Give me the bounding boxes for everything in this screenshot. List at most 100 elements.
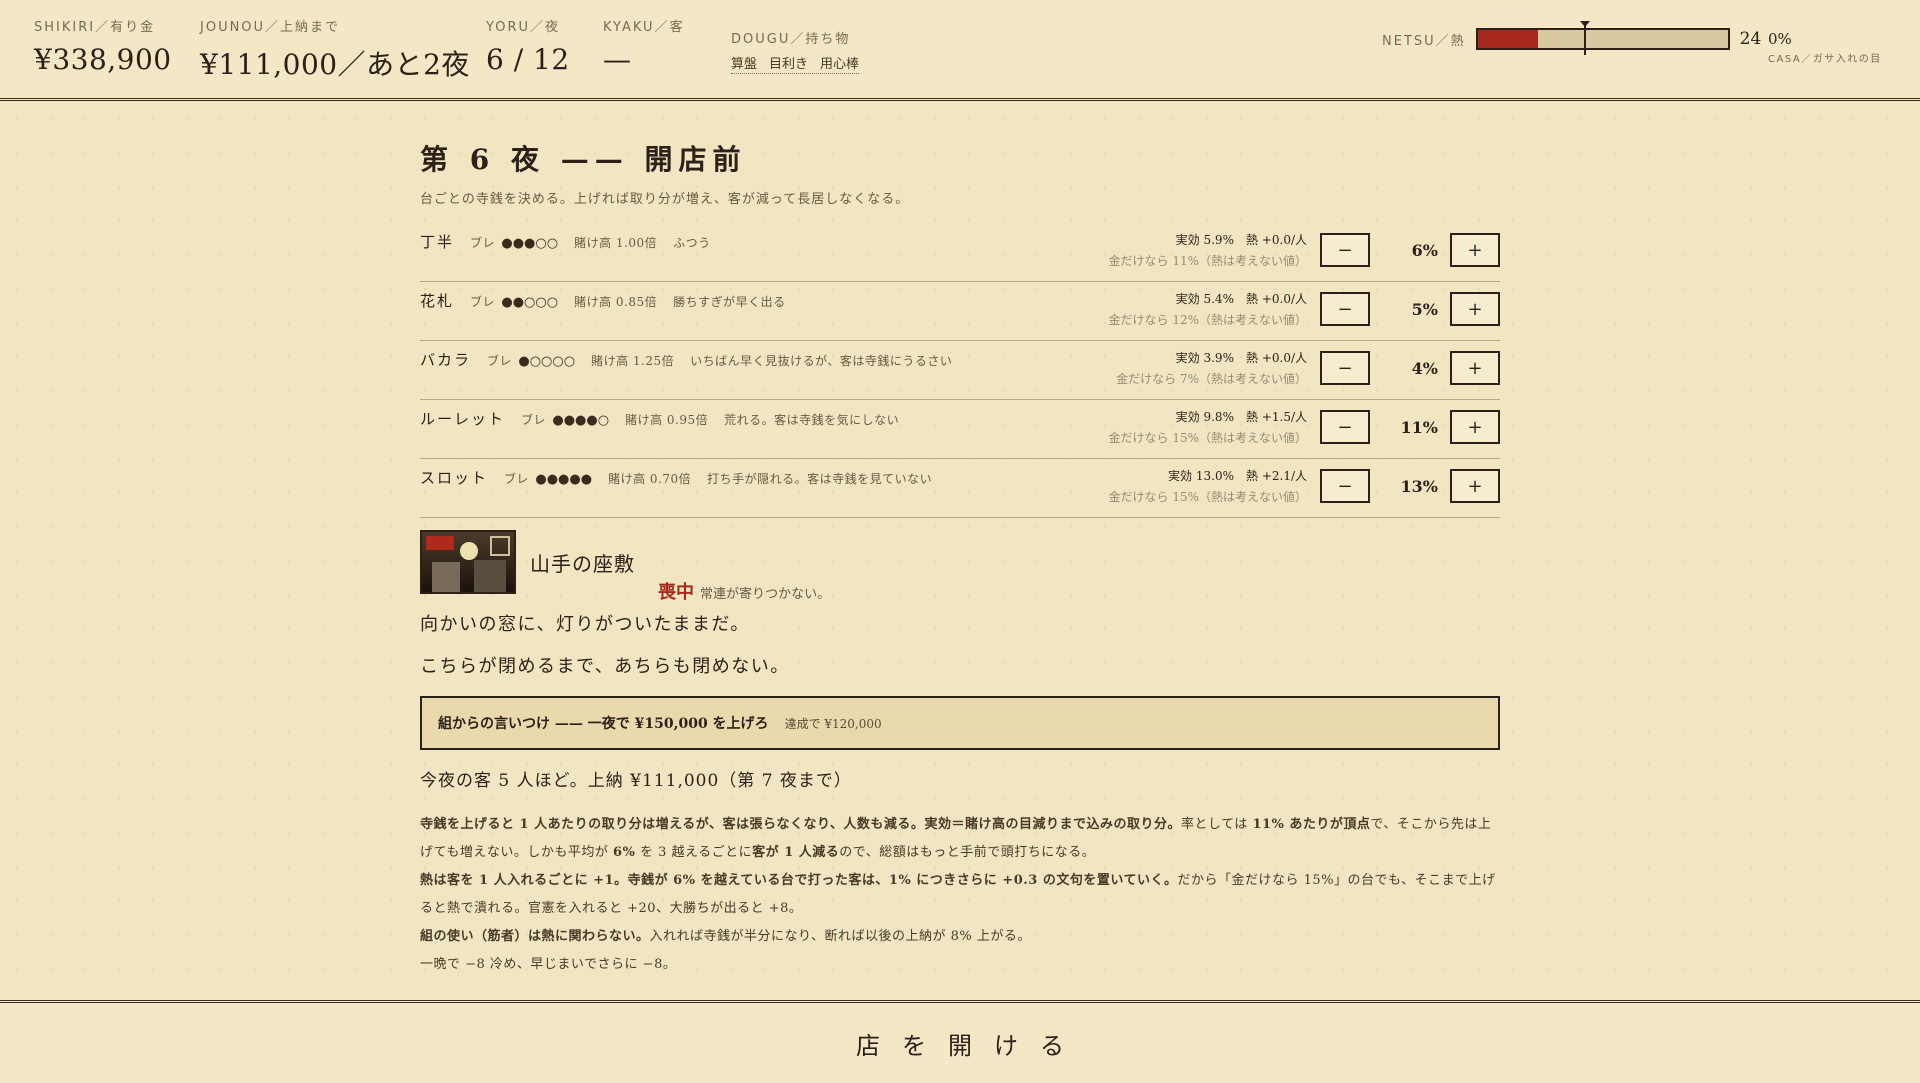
- game-stats: 実効 3.9% 熱 +0.0/人金だけなら 7%（熱は考えない値）: [1116, 349, 1307, 387]
- money-only-rate: 金だけなら 15%（熱は考えない値）: [1108, 490, 1308, 504]
- game-variance: ブレ ●●○○○: [470, 295, 559, 310]
- rule-paragraph: 熱は客を 1 人入れるごとに +1。寺銭が 6% を越えている台で打った客は、1…: [420, 873, 1496, 916]
- effective-rate: 実効 13.0%: [1168, 469, 1234, 483]
- jounou-label: JOUNOU／上納まで: [200, 20, 341, 35]
- game-name: バカラ: [420, 351, 472, 369]
- game-stake: 賭け高 1.00倍: [574, 236, 658, 250]
- decrease-rate-button[interactable]: −: [1320, 469, 1370, 503]
- rate-value: 6%: [1411, 241, 1438, 260]
- game-name: スロット: [420, 469, 489, 487]
- shikiri-value: ¥338,900: [34, 43, 172, 76]
- increase-rate-button[interactable]: +: [1450, 351, 1500, 385]
- heat-per-guest: 熱 +2.1/人: [1246, 469, 1307, 483]
- heat-bar-fill: [1477, 30, 1538, 48]
- heat-per-guest: 熱 +0.0/人: [1246, 292, 1307, 306]
- rule-paragraph: 組の使い（筋者）は熱に関わらない。入れれば寺銭が半分になり、断れば以後の上納が …: [420, 929, 1031, 944]
- page-subtitle: 台ごとの寺銭を決める。上げれば取り分が増え、客が減って長居しなくなる。: [420, 192, 910, 207]
- rate-value: 13%: [1400, 477, 1438, 496]
- page-title: 第 6 夜 —— 開店前: [420, 143, 747, 176]
- raid-percent: 0%: [1768, 30, 1792, 48]
- venue-name: 山手の座敷: [530, 552, 635, 576]
- heat-per-guest: 熱 +0.0/人: [1246, 233, 1307, 247]
- jounou-stat: JOUNOU／上納まで ¥111,000／あと2夜: [200, 16, 470, 83]
- venue-status-note: 常連が寄りつかない。: [700, 587, 831, 602]
- game-name: 丁半: [420, 233, 455, 251]
- rule-paragraph: 一晩で −8 冷め、早じまいでさらに −8。: [420, 957, 677, 972]
- heat-value: 24: [1739, 29, 1762, 49]
- open-shop-label: 店を開ける: [856, 1031, 1086, 1060]
- game-name-block: バカラ ブレ ●○○○○ 賭け高 1.25倍 いちばん早く見抜けるが、客は寺銭にうるさ…: [420, 349, 952, 370]
- money-only-rate: 金だけなら 11%（熱は考えない値）: [1108, 254, 1308, 268]
- increase-rate-button[interactable]: +: [1450, 233, 1500, 267]
- decrease-rate-button[interactable]: −: [1320, 410, 1370, 444]
- jounou-value: ¥111,000／あと2夜: [200, 48, 470, 81]
- shikiri-stat: SHIKIRI／有り金 ¥338,900: [34, 16, 172, 76]
- rules-notes: 寺銭を上げると 1 人あたりの取り分は増えるが、客は張らなくなり、人数も減る。実…: [420, 811, 1500, 979]
- order-text: 組からの言いつけ —— 一夜で ¥150,000 を上げろ: [438, 716, 769, 732]
- game-note: 荒れる。客は寺銭を気にしない: [724, 413, 900, 427]
- venue-image: [420, 530, 516, 594]
- game-stats: 実効 5.4% 熱 +0.0/人金だけなら 12%（熱は考えない値）: [1109, 290, 1308, 328]
- tool-soroban[interactable]: 算盤: [731, 57, 757, 72]
- yoru-label: YORU／夜: [486, 20, 561, 35]
- money-only-rate: 金だけなら 15%（熱は考えない値）: [1108, 431, 1308, 445]
- heat-meter: NETSU／熱 24: [1382, 21, 1762, 55]
- tool-list: 算盤 目利き 用心棒: [731, 53, 860, 74]
- game-name-block: 花札 ブレ ●●○○○ 賭け高 0.85倍 勝ちすぎが早く出る: [420, 290, 786, 311]
- increase-rate-button[interactable]: +: [1450, 410, 1500, 444]
- game-name: 花札: [420, 292, 455, 310]
- kyaku-stat: KYAKU／客 —: [603, 16, 685, 76]
- game-variance: ブレ ●●●●○: [521, 413, 610, 428]
- order-reward: 達成で ¥120,000: [784, 716, 882, 731]
- mourning-badge: 喪中: [658, 582, 694, 603]
- increase-rate-button[interactable]: +: [1450, 469, 1500, 503]
- heat-bar: [1475, 21, 1730, 55]
- variance-dots: ●●●○○: [501, 236, 559, 251]
- open-shop-button[interactable]: 店を開ける: [0, 1000, 1920, 1083]
- money-only-rate: 金だけなら 12%（熱は考えない値）: [1108, 313, 1308, 327]
- syndicate-order: 組からの言いつけ —— 一夜で ¥150,000 を上げろ 達成で ¥120,0…: [420, 696, 1500, 750]
- kyaku-label: KYAKU／客: [603, 20, 685, 35]
- game-stake: 賭け高 0.70倍: [608, 472, 692, 486]
- variance-dots: ●●●●●: [535, 472, 593, 487]
- variance-dots: ●●●●○: [552, 413, 610, 428]
- game-stake: 賭け高 1.25倍: [591, 354, 675, 368]
- increase-rate-button[interactable]: +: [1450, 292, 1500, 326]
- tool-mekiki[interactable]: 目利き: [769, 57, 808, 72]
- game-variance: ブレ ●●●●●: [504, 472, 593, 487]
- effective-rate: 実効 5.4%: [1175, 292, 1234, 306]
- game-note: いちばん早く見抜けるが、客は寺銭にうるさい: [690, 354, 953, 368]
- shikiri-label: SHIKIRI／有り金: [34, 20, 156, 35]
- game-stats: 実効 5.9% 熱 +0.0/人 金だけなら 11%（熱は考えない値）: [1109, 231, 1308, 269]
- story-line: 向かいの窓に、灯りがついたままだ。: [420, 614, 750, 635]
- game-note: ふつう: [673, 236, 711, 250]
- heat-per-guest: 熱 +0.0/人: [1246, 351, 1307, 365]
- game-name: ルーレット: [420, 410, 506, 428]
- decrease-rate-button[interactable]: −: [1320, 292, 1370, 326]
- tonight-summary: 今夜の客 5 人ほど。上納 ¥111,000（第 7 夜まで）: [420, 771, 852, 791]
- yoru-value: 6 / 12: [486, 43, 570, 76]
- decrease-rate-button[interactable]: −: [1320, 233, 1370, 267]
- rate-value: 5%: [1411, 300, 1438, 319]
- variance-dots: ●○○○○: [518, 354, 576, 369]
- yoru-stat: YORU／夜 6 / 12: [486, 16, 570, 76]
- decrease-rate-button[interactable]: −: [1320, 351, 1370, 385]
- game-row: 花札 ブレ ●●○○○ 賭け高 0.85倍 勝ちすぎが早く出る 実効 5.4% 熱 +0…: [420, 282, 1500, 341]
- story-text: 向かいの窓に、灯りがついたままだ。 こちらが閉めるまで、あちらも閉めない。: [420, 610, 1500, 682]
- game-variance: ブレ ●●●○○: [470, 236, 559, 251]
- dougu-stat: DOUGU／持ち物 算盤 目利き 用心棒: [731, 28, 860, 74]
- tool-bodyguard[interactable]: 用心棒: [820, 57, 859, 72]
- game-name-block: ルーレット ブレ ●●●●○ 賭け高 0.95倍 荒れる。客は寺銭を気にしない: [420, 408, 899, 429]
- heat-per-guest: 熱 +1.5/人: [1246, 410, 1307, 424]
- kyaku-value: —: [603, 43, 632, 76]
- game-note: 勝ちすぎが早く出る: [673, 295, 786, 309]
- game-name-block: スロット ブレ ●●●●● 賭け高 0.70倍 打ち手が隠れる。客は寺銭を見ていない: [420, 467, 932, 488]
- game-stake: 賭け高 0.95倍: [625, 413, 709, 427]
- game-table-list: 丁半 ブレ ●●●○○ 賭け高 1.00倍 ふつう 実効 5.9% 熱 +0.0/人 金だ…: [420, 223, 1500, 518]
- game-name-block: 丁半 ブレ ●●●○○ 賭け高 1.00倍 ふつう: [420, 231, 711, 252]
- game-row: ルーレット ブレ ●●●●○ 賭け高 0.95倍 荒れる。客は寺銭を気にしない 実効 9…: [420, 400, 1500, 459]
- game-stats: 実効 9.8% 熱 +1.5/人 金だけなら 15%（熱は考えない値）: [1109, 408, 1308, 446]
- effective-rate: 実効 3.9%: [1175, 351, 1234, 365]
- variance-dots: ●●○○○: [501, 295, 559, 310]
- money-only-rate: 金だけなら 7%（熱は考えない値）: [1116, 372, 1307, 386]
